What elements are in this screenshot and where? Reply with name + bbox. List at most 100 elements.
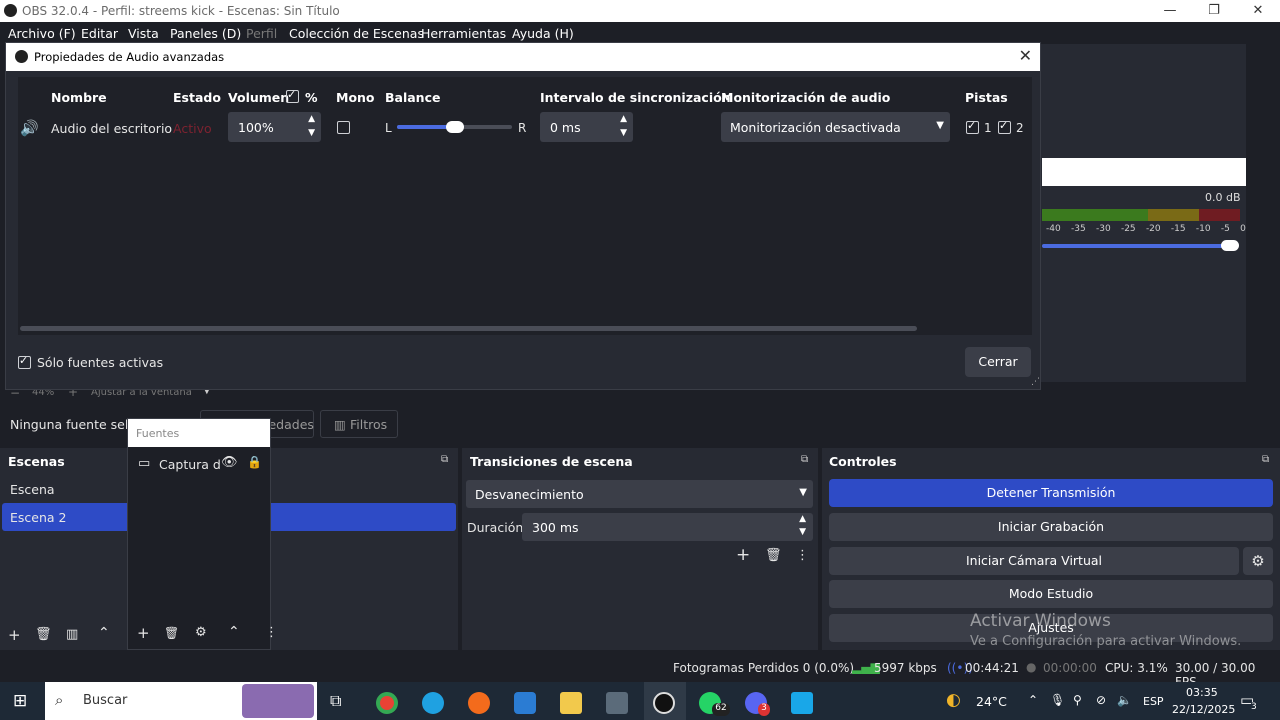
header-volume: Volumen <box>228 90 290 105</box>
language[interactable]: ESP <box>1143 695 1164 708</box>
filter-icon: ▥ <box>334 417 346 432</box>
menu-vista[interactable]: Vista <box>128 26 159 41</box>
volume-percent-checkbox[interactable] <box>286 88 299 103</box>
outlook-icon[interactable] <box>514 692 536 714</box>
undock-transitions-icon[interactable]: ⧉ <box>801 454 808 465</box>
scenes-title: Escenas <box>8 454 65 469</box>
clock-date[interactable]: 22/12/2025 <box>1172 703 1235 716</box>
filters-button[interactable]: ▥ Filtros <box>320 410 398 438</box>
close-button[interactable]: Cerrar <box>965 347 1031 377</box>
gear-icon[interactable]: ⚙ <box>1243 547 1273 575</box>
menu-perfil[interactable]: Perfil <box>246 26 277 41</box>
discord-badge: 3 <box>758 703 770 716</box>
add-transition-icon[interactable]: + <box>736 545 750 565</box>
up-source-icon[interactable]: ⌃ <box>228 624 240 640</box>
volume-slider-handle[interactable] <box>1221 240 1239 251</box>
trash-transition-icon[interactable]: 🗑 <box>765 548 782 563</box>
gear-source-icon[interactable]: ⚙ <box>195 625 207 640</box>
balance-handle[interactable] <box>445 121 464 133</box>
menu-paneles[interactable]: Paneles (D) <box>170 26 241 41</box>
file-explorer-icon[interactable] <box>560 692 582 714</box>
trash-source-icon[interactable]: 🗑 <box>164 626 179 640</box>
volume-slider[interactable] <box>1042 244 1237 248</box>
tray-chevron-icon[interactable]: ⌃ <box>1028 693 1038 707</box>
whatsapp-badge: 62 <box>712 703 730 716</box>
filter-scene-icon[interactable]: ▥ <box>66 627 78 642</box>
undock-controls-icon[interactable]: ⧉ <box>1262 454 1269 465</box>
undock-icon[interactable]: ⧉ <box>441 454 448 465</box>
status-bar: Fotogramas Perdidos 0 (0.0%) ▂▄▆ 5997 kb… <box>0 655 1280 689</box>
spin-up-icon[interactable]: ▲ <box>799 514 806 524</box>
transition-select[interactable]: Desvanecimiento ▼ <box>466 480 813 508</box>
menu-ayuda[interactable]: Ayuda (H) <box>512 26 574 41</box>
monitoring-select[interactable]: Monitorización desactivada ▼ <box>721 112 950 142</box>
spin-down-icon[interactable]: ▼ <box>799 527 806 537</box>
network-icon[interactable]: ⊘ <box>1096 693 1106 707</box>
window-title: OBS 32.0.4 - Perfil: streems kick - Esce… <box>22 4 340 18</box>
trash-icon[interactable]: 🗑 <box>35 627 52 642</box>
more-transition-icon[interactable]: ⋮ <box>796 548 809 563</box>
add-source-icon[interactable]: + <box>137 624 150 642</box>
add-scene-icon[interactable]: + <box>8 626 21 644</box>
scene-item[interactable]: Escena <box>10 482 55 497</box>
duration-input[interactable]: 300 ms ▲ ▼ <box>522 513 813 541</box>
edge-icon[interactable] <box>422 692 444 714</box>
chevron-down-icon: ▼ <box>799 487 807 498</box>
chrome-icon[interactable] <box>376 692 398 714</box>
spin-up-icon[interactable]: ▲ <box>308 114 315 124</box>
menu-herramientas[interactable]: Herramientas <box>421 26 506 41</box>
kick-app-icon[interactable] <box>791 692 813 714</box>
more-icon[interactable]: ⋮ <box>265 625 278 640</box>
sources-panel: Fuentes ▭ Captura d 👁 🔒 + 🗑 ⚙ ⌃ ⋮ <box>127 418 278 650</box>
sync-value: 0 ms <box>550 120 581 135</box>
track1-checkbox[interactable] <box>966 119 979 134</box>
menu-coleccion[interactable]: Colección de Escenas <box>289 26 424 41</box>
move-up-icon[interactable]: ⌃ <box>98 625 110 641</box>
calculator-icon[interactable] <box>606 692 628 714</box>
microphone-icon[interactable]: 🎙 <box>1050 693 1065 707</box>
track2-checkbox[interactable] <box>998 119 1011 134</box>
mono-checkbox[interactable] <box>337 121 350 134</box>
track2-label: 2 <box>1016 121 1024 135</box>
volume-input[interactable]: 100% ▲ ▼ <box>228 112 321 142</box>
menu-editar[interactable]: Editar <box>81 26 118 41</box>
header-sync: Intervalo de sincronización <box>540 90 731 105</box>
volume-icon[interactable]: 🔈 <box>1117 693 1132 707</box>
studio-mode-button[interactable]: Modo Estudio <box>829 580 1273 608</box>
resize-grip-icon[interactable]: ⋰ <box>1031 377 1040 387</box>
taskbar-search[interactable]: ⌕ Buscar <box>45 682 317 720</box>
track1-label: 1 <box>984 121 992 135</box>
sources-title-bar: Fuentes <box>128 419 270 447</box>
balance-slider[interactable] <box>397 121 512 133</box>
menu-bar: Archivo (F) Editar Vista Paneles (D) Per… <box>0 22 1280 44</box>
spin-down-icon[interactable]: ▼ <box>308 128 315 138</box>
firefox-icon[interactable] <box>468 692 490 714</box>
stop-stream-button[interactable]: Detener Transmisión <box>829 479 1273 507</box>
clock-time[interactable]: 03:35 <box>1186 686 1218 699</box>
virtual-cam-button[interactable]: Iniciar Cámara Virtual <box>829 547 1239 575</box>
meter-red <box>1199 209 1240 221</box>
windows-start-icon[interactable]: ⊞ <box>13 691 27 711</box>
location-icon[interactable]: ⚲ <box>1073 693 1082 707</box>
start-record-button[interactable]: Iniciar Grabación <box>829 513 1273 541</box>
source-item[interactable]: Captura d <box>159 457 221 472</box>
restore-icon[interactable]: ❐ <box>1192 0 1236 22</box>
obs-taskbar-icon <box>653 692 675 714</box>
temperature: 24°C <box>976 694 1007 709</box>
lock-icon[interactable]: 🔒 <box>247 455 262 469</box>
close-window-icon[interactable]: ✕ <box>1236 0 1280 22</box>
minimize-icon[interactable]: — <box>1148 0 1192 22</box>
spin-up-icon[interactable]: ▲ <box>620 114 627 124</box>
header-name: Nombre <box>51 90 107 105</box>
sync-input[interactable]: 0 ms ▲ ▼ <box>540 112 633 142</box>
chevron-down-icon: ▼ <box>936 120 944 131</box>
only-active-checkbox[interactable] <box>18 354 31 369</box>
task-view-icon[interactable]: ⧉ <box>330 691 341 711</box>
close-icon[interactable]: ✕ <box>1019 46 1032 65</box>
activate-windows-sub: Ve a Configuración para activar Windows. <box>970 634 1242 649</box>
meter-ticks: -40 -35 -30 -25 -20 -15 -10 -5 0 <box>1046 224 1246 234</box>
eye-icon[interactable]: 👁 <box>221 455 238 470</box>
spin-down-icon[interactable]: ▼ <box>620 128 627 138</box>
horizontal-scrollbar[interactable] <box>20 326 917 331</box>
menu-archivo[interactable]: Archivo (F) <box>8 26 76 41</box>
